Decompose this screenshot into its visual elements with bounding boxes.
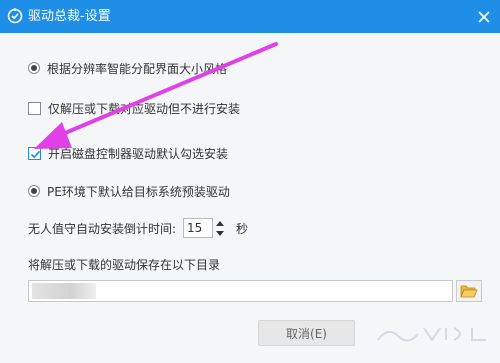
- pe-preinstall-label: PE环境下默认给目标系统预装驱动: [47, 184, 230, 199]
- close-icon[interactable]: [474, 7, 494, 27]
- redacted-path-blur: [32, 283, 96, 299]
- option-disk-controller[interactable]: 开启磁盘控制器驱动默认勾选安装: [28, 143, 228, 163]
- title-bar: 驱动总裁-设置: [0, 0, 500, 33]
- window-title: 驱动总裁-设置: [28, 9, 111, 24]
- option-pe-preinstall[interactable]: PE环境下默认给目标系统预装驱动: [28, 181, 230, 201]
- countdown-input[interactable]: [183, 218, 213, 238]
- settings-window: 驱动总裁-设置 根据分辨率智能分配界面大小风格 仅解压或下载对应驱动但不进行安装…: [0, 0, 500, 363]
- folder-icon: [460, 285, 478, 297]
- extract-only-label: 仅解压或下载对应驱动但不进行安装: [48, 101, 241, 116]
- checkmark-icon: [30, 150, 41, 158]
- stepper-down-icon[interactable]: [213, 228, 227, 238]
- countdown-stepper[interactable]: [213, 218, 227, 238]
- auto-size-radio[interactable]: [28, 62, 40, 74]
- option-auto-size[interactable]: 根据分辨率智能分配界面大小风格: [28, 58, 227, 78]
- disk-controller-checkbox[interactable]: [28, 146, 41, 160]
- extract-only-checkbox[interactable]: [28, 101, 41, 115]
- countdown-unit: 秒: [236, 222, 249, 236]
- countdown-label: 无人值守自动安装倒计时间:: [28, 222, 177, 236]
- browse-folder-button[interactable]: [456, 280, 482, 302]
- auto-size-label: 根据分辨率智能分配界面大小风格: [47, 61, 228, 76]
- pe-preinstall-radio[interactable]: [28, 185, 40, 197]
- cancel-button[interactable]: 取消(E): [258, 320, 355, 346]
- stepper-up-icon[interactable]: [213, 218, 227, 228]
- watermark-logo: [377, 327, 486, 342]
- save-dir-label: 将解压或下载的驱动保存在以下目录: [28, 258, 221, 272]
- app-logo-icon: [7, 8, 23, 24]
- option-extract-only[interactable]: 仅解压或下载对应驱动但不进行安装: [28, 98, 240, 118]
- disk-controller-label: 开启磁盘控制器驱动默认勾选安装: [48, 146, 229, 161]
